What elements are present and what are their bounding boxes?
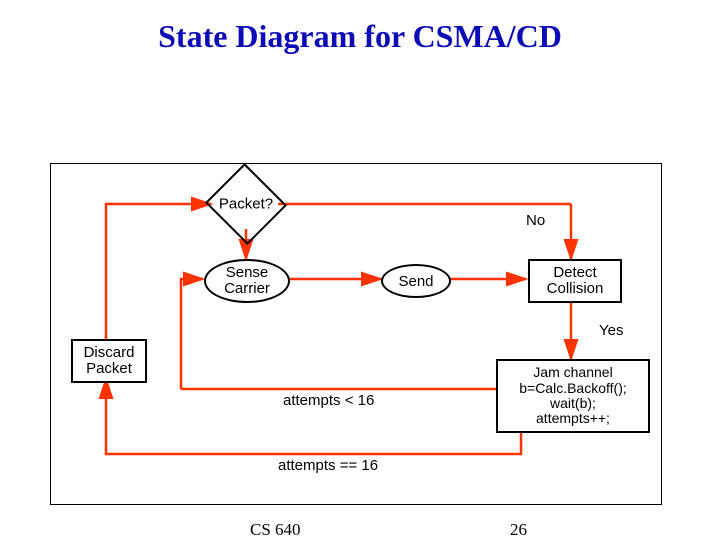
label-no: No bbox=[526, 212, 545, 229]
slide-title: State Diagram for CSMA/CD bbox=[0, 18, 720, 55]
footer-page-number: 26 bbox=[510, 520, 527, 540]
node-packet-decision: Packet? bbox=[216, 176, 276, 232]
node-discard-packet: Discard Packet bbox=[71, 339, 147, 383]
node-send: Send bbox=[381, 264, 451, 298]
label-attempts-lt-16: attempts < 16 bbox=[281, 392, 376, 409]
arrows-layer bbox=[51, 164, 661, 504]
node-jam-channel: Jam channel b=Calc.Backoff(); wait(b); a… bbox=[496, 359, 650, 433]
node-detect-collision: Detect Collision bbox=[528, 259, 622, 303]
node-packet-label: Packet? bbox=[216, 196, 276, 213]
node-sense-carrier: Sense Carrier bbox=[204, 259, 290, 303]
footer-course: CS 640 bbox=[250, 520, 301, 540]
diagram-canvas: Packet? Sense Carrier Send Detect Collis… bbox=[50, 163, 662, 505]
label-attempts-eq-16: attempts == 16 bbox=[276, 457, 380, 474]
label-yes: Yes bbox=[599, 322, 623, 339]
